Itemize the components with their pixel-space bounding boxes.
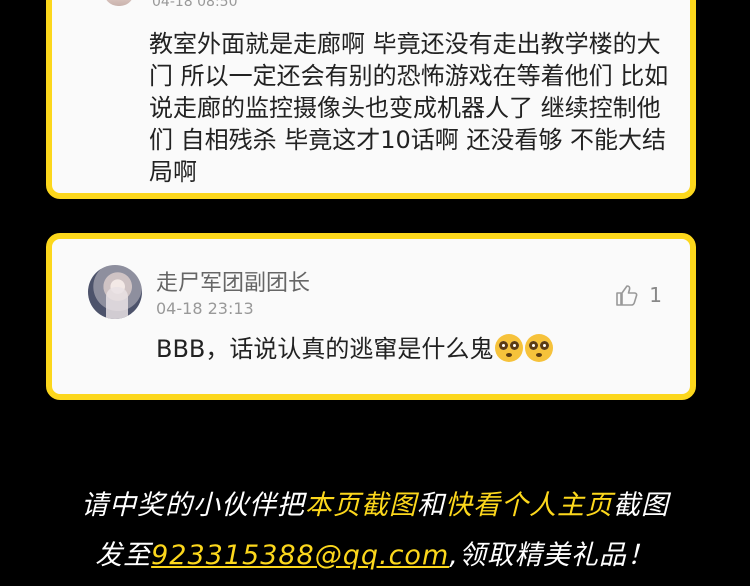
thumbs-up-icon — [616, 285, 638, 306]
comment-text-body: BBB，话说认真的逃窜是什么鬼 — [156, 335, 494, 363]
comment-time: 04-18 08:50 — [152, 0, 238, 10]
instruction-line-1: 请中奖的小伙伴把本页截图和快看个人主页截图 — [0, 483, 750, 522]
flushed-face-emoji-icon — [495, 334, 524, 362]
comment-username[interactable]: 走尸军团副团长 — [156, 265, 310, 297]
instruction-line-2: 发至923315388@qq.com,领取精美礼品！ — [0, 533, 750, 572]
comment-card: 04-18 08:50 教室外面就是走廊啊 毕竟还没有走出教学楼的大门 所以一定… — [46, 0, 696, 199]
comment-text: 教室外面就是走廊啊 毕竟还没有走出教学楼的大门 所以一定还会有别的恐怖游戏在等着… — [149, 30, 669, 186]
instruction-highlight: 本页截图 — [305, 490, 417, 521]
instruction-text: 请中奖的小伙伴把 — [81, 490, 305, 521]
like-button[interactable]: 1 — [615, 283, 662, 307]
comment-time: 04-18 23:13 — [156, 299, 254, 318]
email-link[interactable]: 923315388@qq.com — [151, 540, 449, 571]
instruction-text: 截图 — [613, 490, 669, 521]
instruction-text: 和 — [417, 490, 445, 521]
avatar[interactable] — [104, 0, 134, 6]
flushed-face-emoji-icon — [525, 334, 554, 362]
like-count: 1 — [649, 283, 662, 307]
instruction-text: 发至 — [95, 540, 152, 571]
instruction-text: ,领取精美礼品！ — [449, 540, 655, 571]
instruction-highlight: 快看个人主页 — [445, 490, 613, 521]
comment-card: 走尸军团副团长 04-18 23:13 1 BBB，话说认真的逃窜是什么鬼 — [46, 233, 696, 400]
comment-text: BBB，话说认真的逃窜是什么鬼 — [156, 333, 554, 365]
avatar[interactable] — [88, 265, 142, 319]
